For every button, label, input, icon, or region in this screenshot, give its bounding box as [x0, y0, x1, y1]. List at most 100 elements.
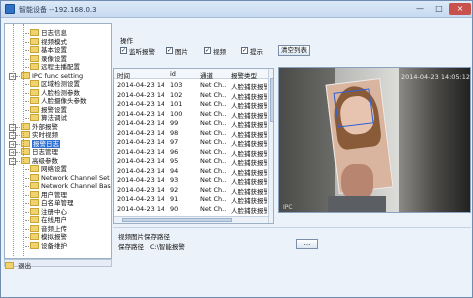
table-cell: 2014-04-23 14:...	[117, 204, 164, 213]
tree-item[interactable]: 视频模式	[30, 37, 67, 46]
tree-item[interactable]: 日志管理	[21, 148, 58, 156]
scroll-thumb[interactable]	[122, 218, 232, 222]
table-row[interactable]: 2014-04-23 14:...102Net Ch...人脸捕获报警	[114, 90, 268, 101]
table-row[interactable]: 2014-04-23 14:...95Net Ch...人脸捕获报警	[114, 156, 268, 167]
table-row[interactable]: 2014-04-23 14:...93Net Ch...人脸捕获报警	[114, 175, 268, 186]
tree-item[interactable]: 网络设置	[30, 165, 67, 173]
folder-icon	[30, 224, 39, 232]
save-path-title: 视频图片保存路径	[118, 233, 170, 241]
video-timestamp: 2014-04-23 14:05:12	[401, 73, 471, 81]
table-cell: Net Ch...	[200, 147, 226, 156]
browse-button[interactable]: ...	[296, 239, 318, 249]
checkbox-checked-icon: ✓	[166, 47, 173, 54]
table-cell: 2014-04-23 14:...	[117, 109, 164, 118]
tree-item[interactable]: 实时视频	[21, 131, 58, 139]
tree-item[interactable]: 用户管理	[30, 190, 67, 199]
table-row[interactable]: 2014-04-23 14:...99Net Ch...人脸捕获报警	[114, 118, 268, 129]
table-cell: 103	[170, 81, 183, 89]
tree-connector	[25, 177, 29, 179]
tree-item[interactable]: Network Channel Bas	[30, 182, 111, 190]
tree-connector	[16, 126, 20, 128]
table-cell: 2014-04-23 14:...	[117, 119, 164, 127]
table-cell: 101	[170, 100, 183, 108]
folder-icon	[30, 37, 39, 45]
tree-item[interactable]: 远程主播配置	[30, 63, 80, 71]
table-row[interactable]: 2014-04-23 14:... 90 Net Ch... 人脸捕获报警	[114, 204, 268, 215]
table-row[interactable]: 2014-04-23 14:...92Net Ch...人脸捕获报警	[114, 185, 268, 196]
prompt-checkbox[interactable]: ✓ 提示	[241, 46, 263, 56]
tree-item[interactable]: IPC func setting	[21, 71, 83, 80]
list-horizontal-scrollbar[interactable]	[114, 216, 268, 223]
table-row[interactable]: 2014-04-23 14:...98Net Ch...人脸捕获报警	[114, 128, 268, 139]
exit-label: 退出	[18, 262, 32, 270]
table-cell: 2014-04-23 14:...	[117, 157, 164, 165]
clear-list-button[interactable]: 清空列表	[278, 45, 310, 56]
tree-item[interactable]: 音频上传	[30, 224, 67, 233]
tree-item[interactable]: 区域检测设置	[30, 80, 80, 88]
tree-item[interactable]: 人脸检测参数	[30, 88, 80, 97]
tree-item-label: 注册中心	[41, 207, 67, 216]
exit-tree-item[interactable]: 退出	[5, 260, 31, 270]
operations-label: 操作	[120, 37, 133, 45]
minimize-button[interactable]: —	[411, 3, 429, 15]
tree-item[interactable]: Network Channel Set	[30, 173, 110, 182]
tree-item[interactable]: 录像设置	[30, 54, 67, 63]
table-cell: Net Ch...	[200, 185, 226, 194]
folder-icon	[30, 241, 39, 249]
tree-connector	[23, 24, 24, 256]
tree-item[interactable]: 注册中心	[30, 207, 67, 216]
tree-item[interactable]: 算法调试	[30, 114, 67, 122]
tree-item-label: 日志管理	[32, 148, 58, 156]
table-row[interactable]: 2014-04-23 14:...101Net Ch...人脸捕获报警	[114, 99, 268, 110]
listen-alarm-label: 监听报警	[129, 47, 155, 56]
prompt-label: 提示	[250, 47, 263, 56]
folder-icon	[30, 97, 39, 104]
tree-item[interactable]: 人脸摄像头参数	[30, 97, 87, 105]
tree-item-label: 用户管理	[41, 190, 67, 199]
table-cell: 95	[170, 157, 179, 165]
tree-item[interactable]: 外部报警	[21, 122, 58, 131]
table-row[interactable]: 2014-04-23 14:...91Net Ch...人脸捕获报警	[114, 194, 268, 205]
list-vertical-scrollbar[interactable]	[268, 69, 273, 223]
channel-column-header[interactable]: 通道	[200, 70, 226, 80]
scroll-thumb[interactable]	[270, 78, 273, 122]
tree-connector	[25, 211, 29, 213]
picture-checkbox[interactable]: ✓ 图片	[166, 46, 188, 56]
tree-item-label: 区域检测设置	[41, 80, 80, 88]
tree-item[interactable]: 报警日志	[21, 139, 60, 148]
alarm-type-column-header[interactable]: 报警类型	[231, 70, 267, 80]
tree-item[interactable]: 在线用户	[30, 216, 67, 224]
table-row[interactable]: 2014-04-23 14:...100Net Ch...人脸捕获报警	[114, 109, 268, 120]
tree-connector	[25, 109, 29, 111]
listen-alarm-checkbox[interactable]: ✓ 监听报警	[120, 46, 155, 56]
id-column-header[interactable]: id	[170, 70, 199, 78]
table-cell: 93	[170, 176, 179, 184]
tree-item[interactable]: 模拟报警	[30, 233, 67, 241]
list-header: 时间 id 通道 报警类型	[114, 69, 269, 80]
tree-item[interactable]: 基本设置	[30, 46, 67, 54]
divider	[113, 227, 471, 228]
video-checkbox[interactable]: ✓ 视频	[204, 46, 226, 56]
tree-item[interactable]: 高级参数	[21, 156, 58, 165]
table-row[interactable]: 2014-04-23 14:...97Net Ch...人脸捕获报警	[114, 137, 268, 148]
maximize-button[interactable]: □	[430, 3, 448, 15]
tree-item[interactable]: 白名单管理	[30, 199, 74, 207]
table-row[interactable]: 2014-04-23 14:...96Net Ch...人脸捕获报警	[114, 147, 268, 158]
tree-item[interactable]: 报警设置	[30, 105, 67, 114]
tree-item-label: 网络设置	[41, 165, 67, 173]
tree-item-label: 日志信息	[41, 29, 67, 37]
table-row[interactable]: 2014-04-23 14:...103Net Ch...人脸捕获报警	[114, 80, 268, 91]
tree-item-label: 人脸检测参数	[41, 88, 80, 97]
title-bar: 智能设备 --192.168.0.3 — □ ×	[1, 1, 472, 18]
video-label: 视频	[213, 47, 226, 56]
close-button[interactable]: ×	[449, 3, 471, 15]
tree-connector	[25, 118, 29, 119]
table-cell: 2014-04-23 14:...	[117, 176, 164, 184]
tree-item[interactable]: 设备维护	[30, 241, 67, 250]
folder-icon	[30, 88, 39, 96]
table-row[interactable]: 2014-04-23 14:...94Net Ch...人脸捕获报警	[114, 166, 268, 177]
time-column-header[interactable]: 时间	[117, 70, 164, 80]
table-cell: Net Ch...	[200, 157, 226, 165]
tree-connector	[25, 203, 29, 204]
tree-item[interactable]: 日志信息	[30, 29, 67, 37]
